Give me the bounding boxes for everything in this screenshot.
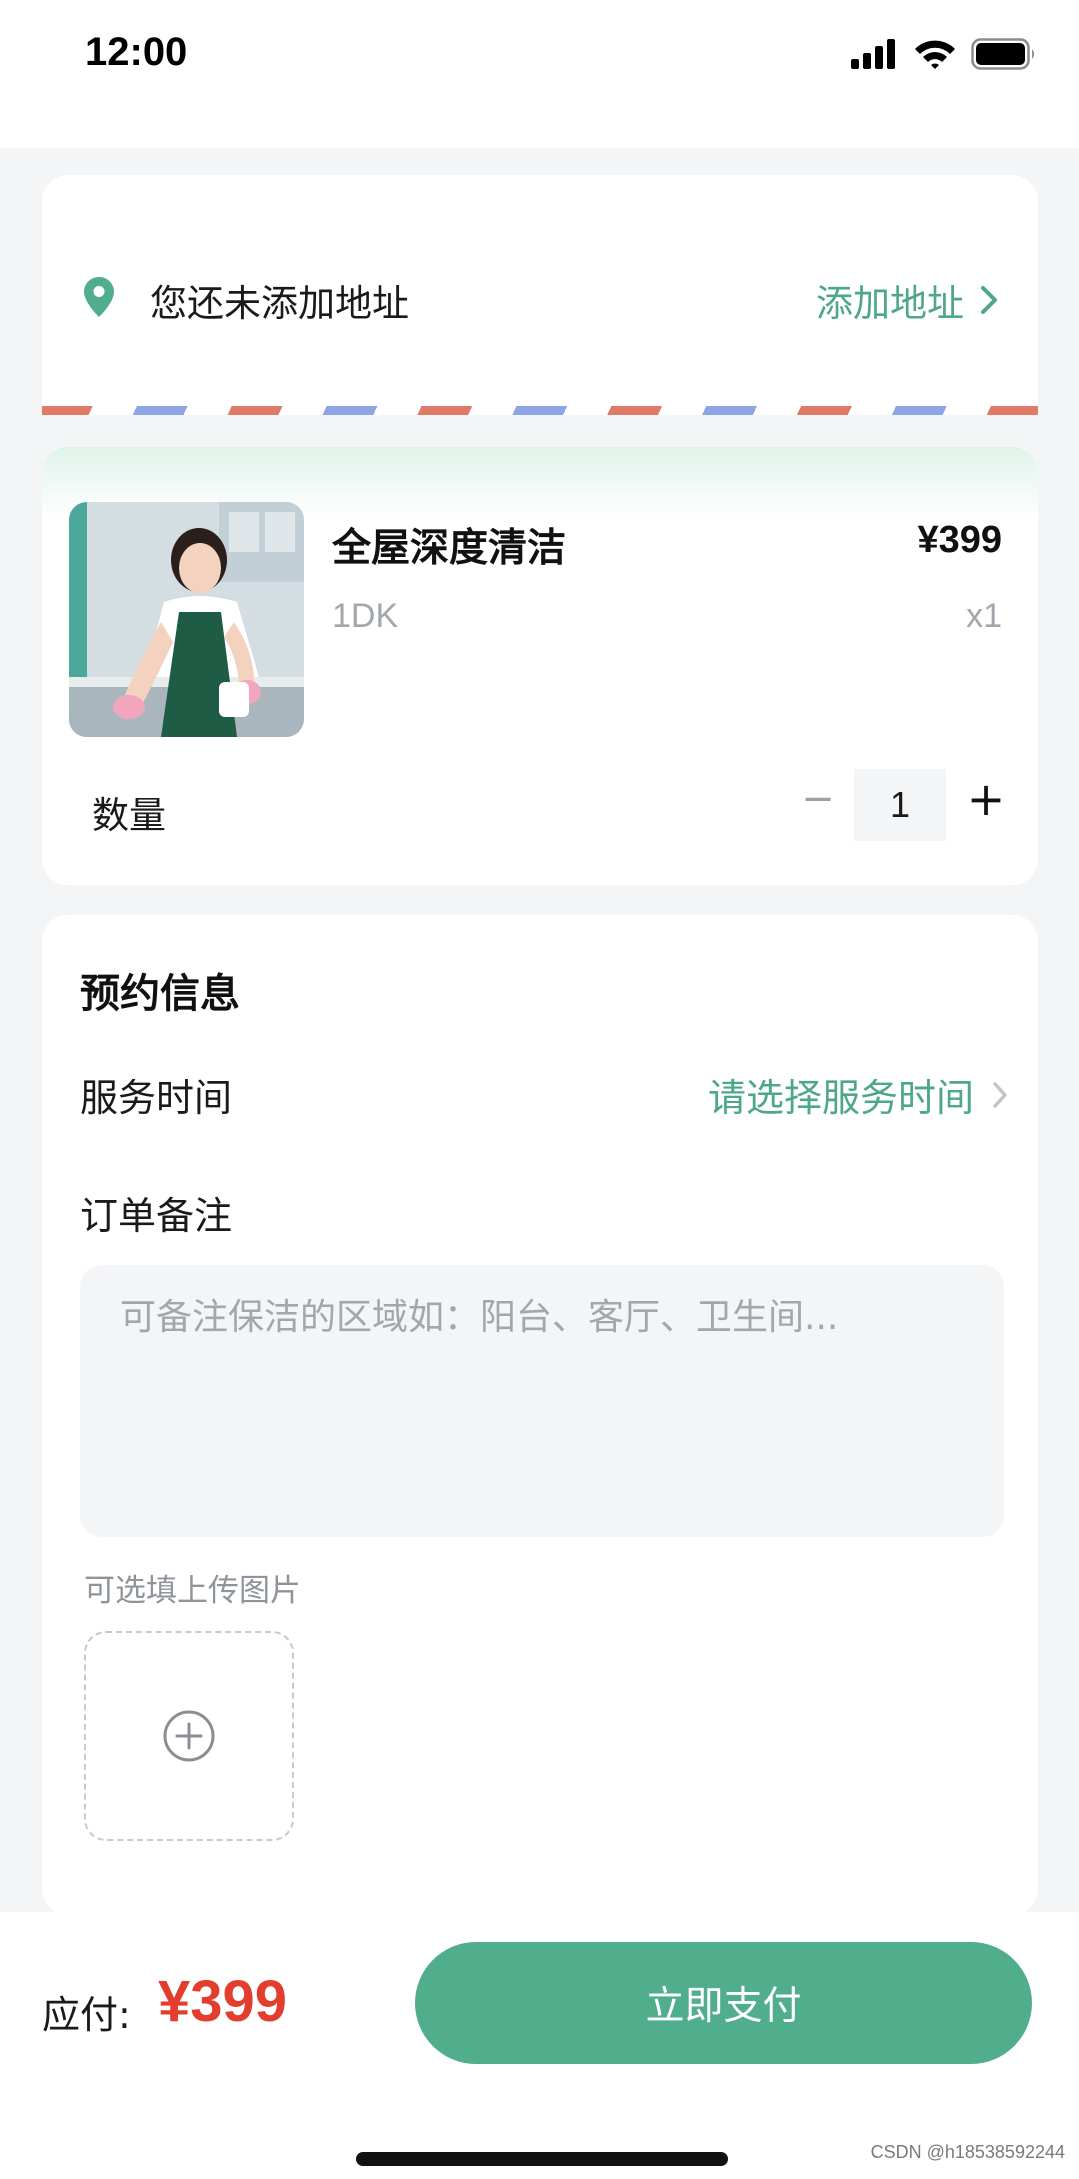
pay-now-button[interactable]: 立即支付 xyxy=(415,1942,1032,2064)
wifi-icon xyxy=(915,40,955,69)
service-time-placeholder: 请选择服务时间 xyxy=(707,1076,974,1120)
housekeeper-photo-icon xyxy=(69,502,304,737)
order-note-label: 订单备注 xyxy=(80,1194,233,1238)
order-note-input[interactable] xyxy=(80,1265,1004,1537)
quantity-increase-button[interactable]: + xyxy=(958,763,1014,835)
pay-label: 应付: xyxy=(42,1993,131,2037)
upload-hint: 可选填上传图片 xyxy=(84,1573,301,1609)
airmail-border xyxy=(42,406,1038,415)
service-time-selector[interactable]: 请选择服务时间 xyxy=(708,1067,1008,1122)
product-image[interactable] xyxy=(69,502,304,737)
status-bar: 12:00 xyxy=(0,0,1079,148)
service-time-label: 服务时间 xyxy=(80,1076,233,1120)
home-indicator xyxy=(356,2152,728,2166)
address-empty-text: 您还未添加地址 xyxy=(150,282,409,325)
product-spec: 1DK xyxy=(332,597,399,635)
add-address-button[interactable]: 添加地址 xyxy=(816,273,998,327)
status-time: 12:00 xyxy=(85,30,188,74)
product-name: 全屋深度清洁 xyxy=(332,526,567,571)
bottom-pay-bar: 应付: ¥399 立即支付 CSDN @h18538592244 xyxy=(0,1912,1079,2179)
chevron-right-icon xyxy=(981,286,997,314)
pay-amount: ¥399 xyxy=(158,1969,288,2034)
status-icons xyxy=(851,38,1037,70)
quantity-value[interactable]: 1 xyxy=(854,769,946,841)
signal-icon xyxy=(851,39,895,69)
add-circle-icon xyxy=(163,1710,215,1762)
chevron-right-icon xyxy=(993,1081,1007,1108)
product-price: ¥399 xyxy=(917,519,1002,561)
upload-image-button[interactable] xyxy=(84,1631,294,1841)
quantity-decrease-button[interactable]: − xyxy=(794,769,842,829)
quantity-label: 数量 xyxy=(92,794,166,837)
booking-title: 预约信息 xyxy=(80,971,240,1017)
address-card[interactable]: 您还未添加地址 添加地址 xyxy=(42,175,1038,415)
battery-icon xyxy=(971,38,1034,70)
location-pin-icon xyxy=(84,277,114,317)
add-address-label: 添加地址 xyxy=(816,282,964,325)
watermark: CSDN @h18538592244 xyxy=(870,2142,1065,2162)
product-quantity-text: x1 xyxy=(966,597,1002,635)
product-card: 全屋深度清洁 ¥399 1DK x1 数量 − 1 + xyxy=(42,447,1038,885)
booking-card: 预约信息 服务时间 请选择服务时间 订单备注 可选填上传图片 xyxy=(42,915,1038,1915)
